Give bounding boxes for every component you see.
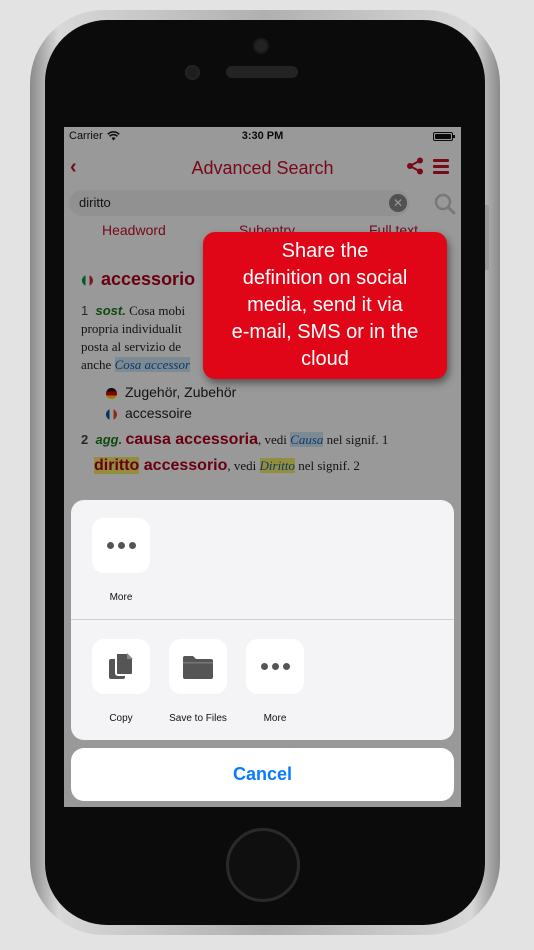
- save-to-files-button[interactable]: Save to Files: [160, 639, 236, 724]
- share-action-label: Copy: [109, 713, 133, 724]
- home-button[interactable]: [226, 828, 300, 902]
- share-more-button[interactable]: More: [237, 639, 313, 724]
- callout-line: cloud: [301, 348, 349, 370]
- share-action-label: Save to Files: [169, 713, 227, 724]
- feature-callout: Share the definition on social media, se…: [203, 232, 447, 379]
- copy-icon: [92, 639, 150, 694]
- share-action-label: More: [109, 592, 133, 603]
- callout-line: Share the: [281, 240, 369, 262]
- callout-line: media, send it via: [247, 294, 403, 316]
- share-sheet: More Copy Save to Files More: [71, 500, 454, 740]
- share-more-button[interactable]: More: [83, 518, 159, 603]
- more-icon: [92, 518, 150, 573]
- cancel-button[interactable]: Cancel: [71, 748, 454, 801]
- proximity-sensor: [185, 65, 200, 80]
- earpiece-speaker: [226, 66, 298, 78]
- front-camera: [255, 40, 267, 52]
- share-action-label: More: [263, 713, 287, 724]
- more-icon: [246, 639, 304, 694]
- folder-icon: [169, 639, 227, 694]
- callout-line: e-mail, SMS or in the: [231, 321, 419, 343]
- callout-line: definition on social: [242, 267, 408, 289]
- copy-button[interactable]: Copy: [83, 639, 159, 724]
- divider: [71, 619, 454, 620]
